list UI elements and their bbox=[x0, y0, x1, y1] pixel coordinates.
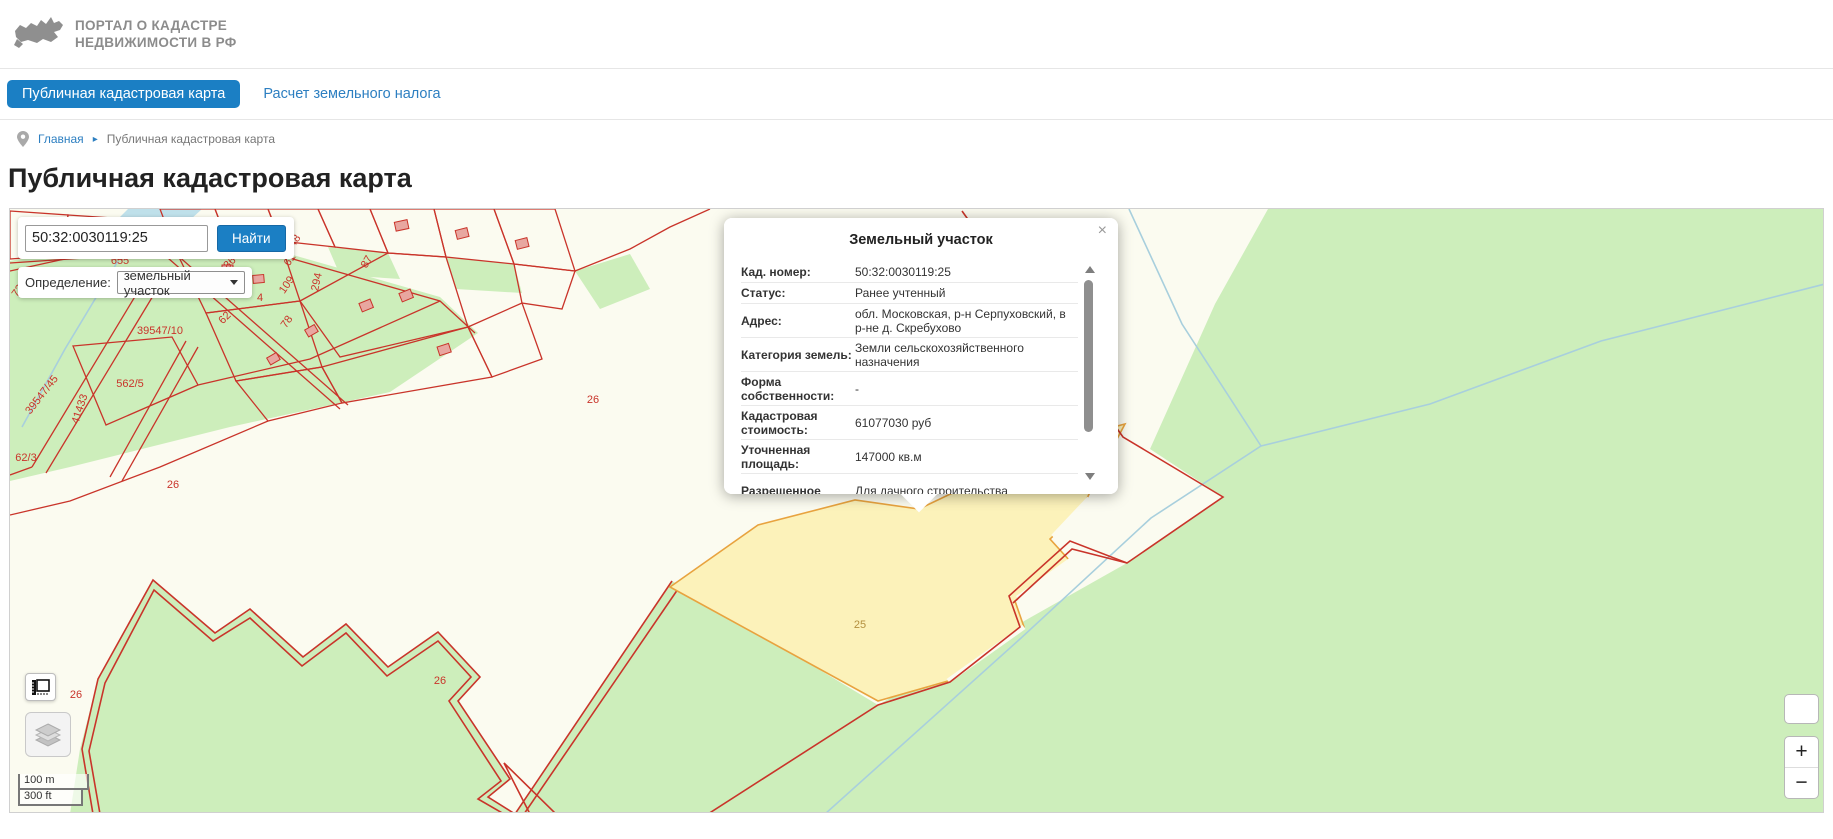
breadcrumb: Главная ▸ Публичная кадастровая карта bbox=[17, 131, 1833, 147]
site-title: ПОРТАЛ О КАДАСТРЕ НЕДВИЖИМОСТИ В РФ bbox=[75, 17, 237, 51]
row-label: Кад. номер: bbox=[741, 263, 855, 281]
zoom-control: + − bbox=[1784, 736, 1819, 799]
row-value: обл. Московская, р-н Серпуховский, в р-н… bbox=[855, 305, 1073, 337]
map-filter-control: Определение: земельный участок bbox=[18, 267, 252, 298]
row-value: Для дачного строительства bbox=[855, 482, 1073, 495]
scrollbar-thumb[interactable] bbox=[1084, 280, 1093, 432]
breadcrumb-home-link[interactable]: Главная bbox=[38, 132, 84, 146]
row-label: Форма собственности: bbox=[741, 373, 855, 405]
row-value: Земли сельскохозяйственного назначения bbox=[855, 339, 1073, 371]
parcel-info-popup: Земельный участок × Кад. номер: 50:32:00… bbox=[724, 218, 1118, 494]
chevron-down-icon bbox=[230, 280, 238, 285]
scroll-down-icon[interactable] bbox=[1085, 473, 1095, 480]
zoom-in-button[interactable]: + bbox=[1785, 737, 1818, 768]
popup-scrollbar bbox=[1084, 266, 1094, 480]
tab-land-tax-calc[interactable]: Расчет земельного налога bbox=[263, 86, 440, 102]
table-row: Форма собственности: - bbox=[741, 372, 1078, 406]
map-canvas[interactable]: 65573864861871092944627839547/10562/5395… bbox=[9, 208, 1824, 813]
row-value: 61077030 руб bbox=[855, 414, 1073, 432]
zoom-out-button[interactable]: − bbox=[1785, 768, 1818, 798]
row-value: 50:32:0030119:25 bbox=[855, 263, 1073, 281]
page-title: Публичная кадастровая карта bbox=[8, 163, 1833, 194]
russia-map-icon bbox=[13, 15, 65, 53]
site-header: ПОРТАЛ О КАДАСТРЕ НЕДВИЖИМОСТИ В РФ bbox=[0, 0, 1833, 69]
table-row: Кад. номер: 50:32:0030119:25 bbox=[741, 262, 1078, 283]
row-value: 147000 кв.м bbox=[855, 448, 1073, 466]
popup-attribute-table: Кад. номер: 50:32:0030119:25 Статус: Ран… bbox=[741, 262, 1078, 494]
layers-button[interactable] bbox=[25, 712, 71, 757]
layers-icon bbox=[34, 722, 62, 748]
close-icon[interactable]: × bbox=[1098, 223, 1107, 239]
location-pin-icon bbox=[17, 131, 29, 147]
table-row: Категория земель: Земли сельскохозяйстве… bbox=[741, 338, 1078, 372]
filter-label: Определение: bbox=[25, 275, 111, 290]
row-label: Адрес: bbox=[741, 312, 855, 330]
table-row: Уточненная площадь: 147000 кв.м bbox=[741, 440, 1078, 474]
scale-metric: 100 m bbox=[18, 774, 89, 790]
table-row: Статус: Ранее учтенный bbox=[741, 283, 1078, 304]
map-search-control: Найти bbox=[18, 217, 294, 259]
scale-control: 100 m 300 ft bbox=[18, 774, 89, 806]
popup-title: Земельный участок bbox=[724, 218, 1118, 248]
object-type-select[interactable]: земельный участок bbox=[117, 271, 245, 294]
breadcrumb-arrow-icon: ▸ bbox=[93, 134, 98, 145]
search-input[interactable] bbox=[25, 225, 208, 252]
row-label: Разрешенное bbox=[741, 482, 855, 495]
measure-ruler-icon bbox=[31, 679, 50, 696]
row-label: Кадастровая стоимость: bbox=[741, 407, 855, 439]
measure-button[interactable] bbox=[25, 673, 56, 701]
row-value: - bbox=[855, 380, 1073, 398]
search-button[interactable]: Найти bbox=[217, 225, 286, 252]
main-nav: Публичная кадастровая карта Расчет земел… bbox=[0, 69, 1833, 120]
row-value: Ранее учтенный bbox=[855, 284, 1073, 302]
table-row: Разрешенное Для дачного строительства bbox=[741, 474, 1078, 494]
row-label: Статус: bbox=[741, 284, 855, 302]
scale-imperial: 300 ft bbox=[18, 790, 83, 806]
breadcrumb-current: Публичная кадастровая карта bbox=[107, 132, 275, 146]
table-row: Кадастровая стоимость: 61077030 руб bbox=[741, 406, 1078, 440]
tab-public-cadastral-map[interactable]: Публичная кадастровая карта bbox=[7, 80, 240, 108]
object-type-value: земельный участок bbox=[124, 268, 230, 298]
scroll-up-icon[interactable] bbox=[1085, 266, 1095, 273]
table-row: Адрес: обл. Московская, р-н Серпуховский… bbox=[741, 304, 1078, 338]
row-label: Уточненная площадь: bbox=[741, 441, 855, 473]
row-label: Категория земель: bbox=[741, 346, 855, 364]
full-extent-button[interactable] bbox=[1784, 694, 1819, 724]
